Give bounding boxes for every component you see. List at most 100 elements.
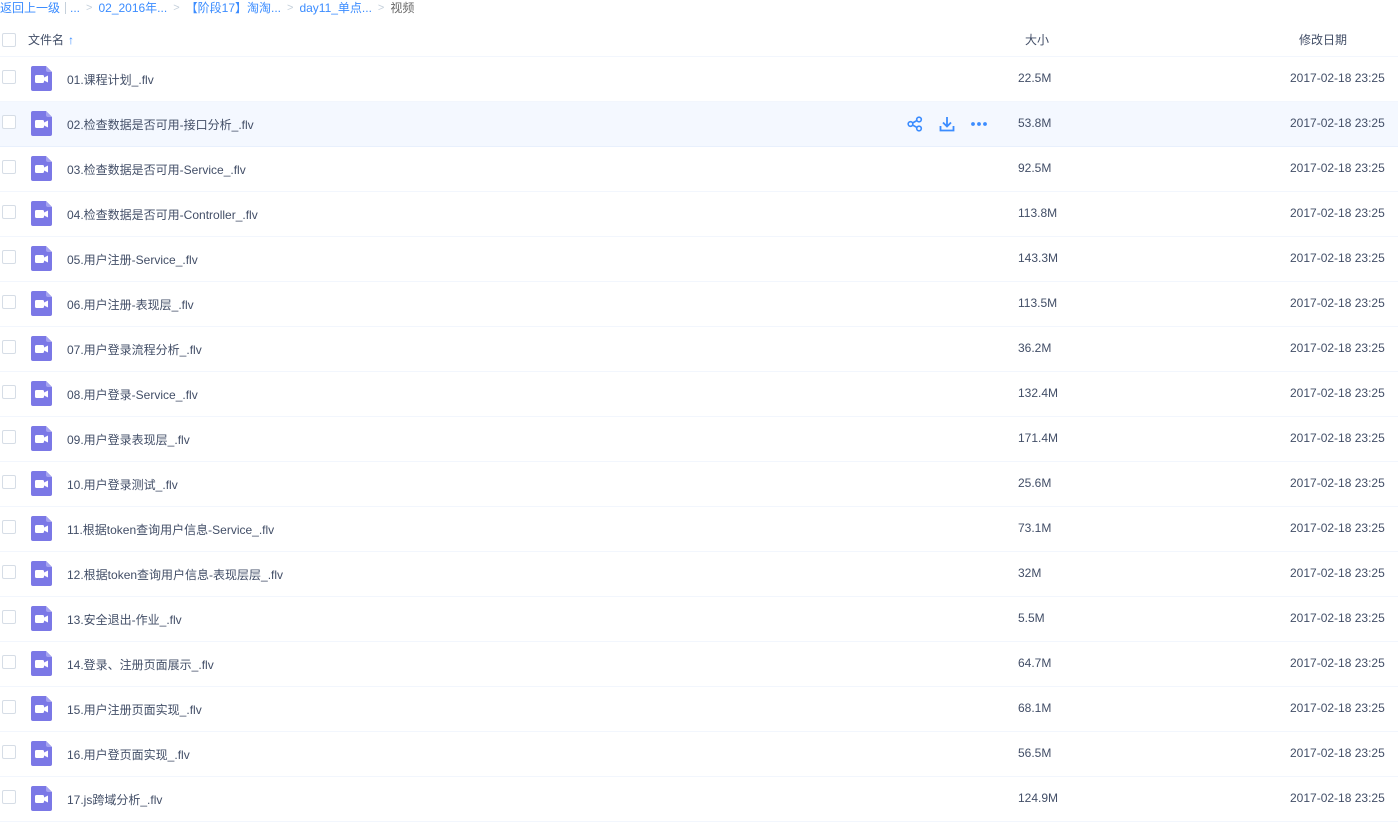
file-row[interactable]: 17.js跨域分析_.flv 124.9M 2017-02-18 23:25 xyxy=(0,777,1398,822)
file-name[interactable]: 07.用户登录流程分析_.flv xyxy=(67,341,202,358)
file-row[interactable]: 13.安全退出-作业_.flv 5.5M 2017-02-18 23:25 xyxy=(0,597,1398,642)
file-size: 73.1M xyxy=(1018,521,1052,535)
file-size: 92.5M xyxy=(1018,161,1052,175)
column-header-name-label: 文件名 xyxy=(28,33,65,47)
file-name[interactable]: 17.js跨域分析_.flv xyxy=(67,791,162,808)
file-row[interactable]: 04.检查数据是否可用-Controller_.flv 113.8M 2017-02… xyxy=(0,192,1398,237)
video-file-icon xyxy=(31,66,52,91)
row-checkbox[interactable] xyxy=(2,790,16,804)
file-row[interactable]: 06.用户注册-表现层_.flv 113.5M 2017-02-18 23:25 xyxy=(0,282,1398,327)
row-checkbox[interactable] xyxy=(2,295,16,309)
file-row[interactable]: 08.用户登录-Service_.flv 132.4M 2017-02-18 23:… xyxy=(0,372,1398,417)
file-size: 113.5M xyxy=(1018,296,1058,310)
file-row[interactable]: 12.根据token查询用户信息-表现层层_.flv 32M 2017-02-18 … xyxy=(0,552,1398,597)
chevron-right-icon: > xyxy=(377,2,385,14)
file-modified-date: 2017-02-18 23:25 xyxy=(1290,161,1385,175)
file-name[interactable]: 06.用户注册-表现层_.flv xyxy=(67,296,194,313)
row-checkbox[interactable] xyxy=(2,565,16,579)
file-name[interactable]: 14.登录、注册页面展示_.flv xyxy=(67,656,214,673)
row-checkbox[interactable] xyxy=(2,700,16,714)
video-file-icon xyxy=(31,561,52,586)
file-modified-date: 2017-02-18 23:25 xyxy=(1290,611,1385,625)
file-name[interactable]: 12.根据token查询用户信息-表现层层_.flv xyxy=(67,566,283,583)
row-checkbox[interactable] xyxy=(2,250,16,264)
file-modified-date: 2017-02-18 23:25 xyxy=(1290,521,1385,535)
chevron-right-icon: > xyxy=(173,2,180,14)
file-modified-date: 2017-02-18 23:25 xyxy=(1290,701,1385,715)
file-name[interactable]: 08.用户登录-Service_.flv xyxy=(67,386,198,403)
video-file-icon xyxy=(31,786,52,811)
file-size: 25.6M xyxy=(1018,476,1052,490)
file-row[interactable]: 09.用户登录表现层_.flv 171.4M 2017-02-18 23:25 xyxy=(0,417,1398,462)
file-modified-date: 2017-02-18 23:25 xyxy=(1290,116,1385,130)
file-size: 22.5M xyxy=(1018,71,1052,85)
video-file-icon xyxy=(31,246,52,271)
select-all-checkbox[interactable] xyxy=(2,33,16,47)
file-row[interactable]: 14.登录、注册页面展示_.flv 64.7M 2017-02-18 23:25 xyxy=(0,642,1398,687)
file-size: 36.2M xyxy=(1018,341,1052,355)
file-size: 32M xyxy=(1018,566,1042,580)
video-file-icon xyxy=(31,426,52,451)
file-row[interactable]: 07.用户登录流程分析_.flv 36.2M 2017-02-18 23:25 xyxy=(0,327,1398,372)
column-header-name[interactable]: 文件名 ↑ xyxy=(28,31,74,48)
file-size: 124.9M xyxy=(1018,791,1059,805)
file-name[interactable]: 09.用户登录表现层_.flv xyxy=(67,431,190,448)
file-row[interactable]: 02.检查数据是否可用-接口分析_.flv 53.8M 2017-02-18 23:… xyxy=(0,102,1398,147)
breadcrumb-divider xyxy=(65,2,67,14)
file-size: 64.7M xyxy=(1018,656,1052,670)
video-file-icon xyxy=(31,741,52,766)
row-checkbox[interactable] xyxy=(2,115,16,129)
row-checkbox[interactable] xyxy=(2,475,16,489)
row-actions xyxy=(906,115,988,133)
row-checkbox[interactable] xyxy=(2,385,16,399)
file-modified-date: 2017-02-18 23:25 xyxy=(1290,296,1385,310)
file-name[interactable]: 05.用户注册-Service_.flv xyxy=(67,251,198,268)
row-checkbox[interactable] xyxy=(2,655,16,669)
file-name[interactable]: 10.用户登录测试_.flv xyxy=(67,476,178,493)
download-button[interactable] xyxy=(938,115,956,133)
share-button[interactable] xyxy=(906,115,924,133)
file-row[interactable]: 10.用户登录测试_.flv 25.6M 2017-02-18 23:25 xyxy=(0,462,1398,507)
more-icon xyxy=(970,116,988,132)
file-size: 68.1M xyxy=(1018,701,1052,715)
file-size: 113.8M xyxy=(1018,206,1058,220)
file-size: 171.4M xyxy=(1018,431,1059,445)
file-size: 5.5M xyxy=(1018,611,1045,625)
file-row[interactable]: 05.用户注册-Service_.flv 143.3M 2017-02-18 23:… xyxy=(0,237,1398,282)
file-name[interactable]: 03.检查数据是否可用-Service_.flv xyxy=(67,161,246,178)
file-row[interactable]: 15.用户注册页面实现_.flv 68.1M 2017-02-18 23:25 xyxy=(0,687,1398,732)
row-checkbox[interactable] xyxy=(2,430,16,444)
file-name[interactable]: 01.课程计划_.flv xyxy=(67,71,154,88)
back-link[interactable]: 返回上一级 xyxy=(0,0,60,16)
file-modified-date: 2017-02-18 23:25 xyxy=(1290,476,1385,490)
column-header-date[interactable]: 修改日期 xyxy=(1299,31,1347,48)
row-checkbox[interactable] xyxy=(2,70,16,84)
more-button[interactable] xyxy=(970,115,988,133)
row-checkbox[interactable] xyxy=(2,745,16,759)
file-modified-date: 2017-02-18 23:25 xyxy=(1290,656,1385,670)
row-checkbox[interactable] xyxy=(2,610,16,624)
file-row[interactable]: 03.检查数据是否可用-Service_.flv 92.5M 2017-02-18 … xyxy=(0,147,1398,192)
file-name[interactable]: 02.检查数据是否可用-接口分析_.flv xyxy=(67,116,254,133)
file-name[interactable]: 11.根据token查询用户信息-Service_.flv xyxy=(67,521,274,538)
file-name[interactable]: 16.用户登页面实现_.flv xyxy=(67,746,190,763)
file-name[interactable]: 13.安全退出-作业_.flv xyxy=(67,611,182,628)
row-checkbox[interactable] xyxy=(2,340,16,354)
file-name[interactable]: 15.用户注册页面实现_.flv xyxy=(67,701,202,718)
breadcrumb-item[interactable]: day11_单点... xyxy=(299,0,371,16)
breadcrumb-item-ellipsis[interactable]: ... xyxy=(70,0,80,16)
breadcrumb-item[interactable]: 02_2016年... xyxy=(98,0,167,16)
video-file-icon xyxy=(31,471,52,496)
row-checkbox[interactable] xyxy=(2,205,16,219)
breadcrumb-current: 视频 xyxy=(390,1,415,15)
file-modified-date: 2017-02-18 23:25 xyxy=(1290,386,1385,400)
file-row[interactable]: 11.根据token查询用户信息-Service_.flv 73.1M 2017-0… xyxy=(0,507,1398,552)
breadcrumb-item[interactable]: 【阶段17】淘淘... xyxy=(186,0,281,16)
file-size: 56.5M xyxy=(1018,746,1052,760)
column-header-size[interactable]: 大小 xyxy=(1025,31,1049,48)
file-row[interactable]: 01.课程计划_.flv 22.5M 2017-02-18 23:25 xyxy=(0,57,1398,102)
row-checkbox[interactable] xyxy=(2,520,16,534)
file-name[interactable]: 04.检查数据是否可用-Controller_.flv xyxy=(67,206,258,223)
file-row[interactable]: 16.用户登页面实现_.flv 56.5M 2017-02-18 23:25 xyxy=(0,732,1398,777)
row-checkbox[interactable] xyxy=(2,160,16,174)
